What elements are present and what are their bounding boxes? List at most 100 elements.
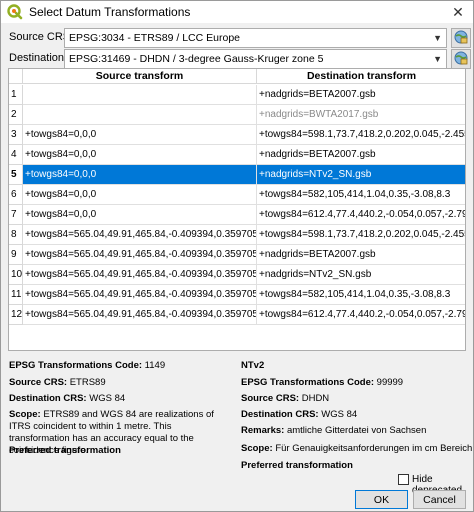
table-row[interactable]: 10 +towgs84=565.04,49.91,465.84,-0.409394… <box>9 265 465 285</box>
destination-transform-cell[interactable]: +towgs84=582,105,414,1.04,0.35,-3.08,8.3 <box>257 185 465 205</box>
row-number: 9 <box>9 245 23 265</box>
row-number: 10 <box>9 265 23 285</box>
left-source-value: ETRS89 <box>69 377 106 388</box>
right-name-label: NTv2 <box>241 360 265 371</box>
table-row[interactable]: 3 +towgs84=0,0,0 +towgs84=598.1,73.7,418.2… <box>9 125 465 145</box>
source-transform-cell[interactable]: +towgs84=0,0,0 <box>23 165 257 185</box>
right-remarks: Remarks: amtliche Gitterdatei von Sachse… <box>241 425 426 437</box>
source-transform-cell[interactable]: +towgs84=565.04,49.91,465.84,-0.409394,0… <box>23 245 257 265</box>
window-title: Select Datum Transformations <box>29 5 191 19</box>
right-destination-crs: Destination CRS: WGS 84 <box>241 409 357 421</box>
column-header-destination[interactable]: Destination transform <box>257 69 465 84</box>
source-transform-cell[interactable]: +towgs84=0,0,0 <box>23 145 257 165</box>
destination-crs-value: EPSG:31469 - DHDN / 3-degree Gauss-Kruge… <box>69 53 324 65</box>
row-number: 2 <box>9 105 23 125</box>
right-scope-value: Für Genauigkeitsanforderungen im cm Bere… <box>275 443 473 454</box>
right-transform-code: EPSG Transformations Code: 99999 <box>241 377 403 389</box>
destination-transform-cell[interactable]: +nadgrids=NTv2_SN.gsb <box>257 165 465 185</box>
source-crs-value: EPSG:3034 - ETRS89 / LCC Europe <box>69 32 240 44</box>
destination-crs-row: Destination CRS EPSG:31469 - DHDN / 3-de… <box>1 49 473 69</box>
row-number: 4 <box>9 145 23 165</box>
datum-transform-dialog: Select Datum Transformations ✕ Source CR… <box>0 0 474 512</box>
destination-transform-cell[interactable]: +towgs84=598.1,73.7,418.2,0.202,0.045,-2… <box>257 225 465 245</box>
source-crs-combobox[interactable]: EPSG:3034 - ETRS89 / LCC Europe ▼ <box>64 28 447 48</box>
row-number: 1 <box>9 85 23 105</box>
destination-transform-cell[interactable]: +nadgrids=BETA2007.gsb <box>257 85 465 105</box>
table-row[interactable]: 6 +towgs84=0,0,0 +towgs84=582,105,414,1.04… <box>9 185 465 205</box>
right-source-label: Source CRS: <box>241 393 300 404</box>
table-row[interactable]: 5 +towgs84=0,0,0 +nadgrids=NTv2_SN.gsb <box>9 165 465 185</box>
right-preferred-transformation: Preferred transformation <box>241 460 353 472</box>
table-row[interactable]: 12 +towgs84=565.04,49.91,465.84,-0.409394… <box>9 305 465 325</box>
corner-header <box>9 69 23 84</box>
ok-button[interactable]: OK <box>355 490 408 509</box>
left-code-label: EPSG Transformations Code: <box>9 360 143 371</box>
left-destination-crs: Destination CRS: WGS 84 <box>9 393 125 405</box>
left-dest-value: WGS 84 <box>89 393 126 404</box>
right-transform-name: NTv2 <box>241 360 264 372</box>
source-transform-cell[interactable]: +towgs84=565.04,49.91,465.84,-0.409394,0… <box>23 285 257 305</box>
row-number: 7 <box>9 205 23 225</box>
source-transform-cell[interactable]: +towgs84=0,0,0 <box>23 125 257 145</box>
right-source-value: DHDN <box>301 393 330 404</box>
source-transform-cell[interactable] <box>23 85 257 105</box>
row-number: 3 <box>9 125 23 145</box>
right-dest-value: WGS 84 <box>321 409 358 420</box>
right-scope: Scope: Für Genauigkeitsanforderungen im … <box>241 443 472 455</box>
column-header-source[interactable]: Source transform <box>23 69 257 84</box>
row-number: 5 <box>9 165 23 185</box>
table-row[interactable]: 1 +nadgrids=BETA2007.gsb <box>9 85 465 105</box>
source-transform-cell[interactable]: +towgs84=565.04,49.91,465.84,-0.409394,0… <box>23 265 257 285</box>
right-source-crs: Source CRS: DHDN <box>241 393 329 405</box>
source-transform-cell[interactable]: +towgs84=565.04,49.91,465.84,-0.409394,0… <box>23 225 257 245</box>
destination-transform-cell[interactable]: +nadgrids=BETA2007.gsb <box>257 245 465 265</box>
left-source-crs: Source CRS: ETRS89 <box>9 377 106 389</box>
destination-transform-cell[interactable]: +nadgrids=BWTA2017.gsb <box>257 105 465 125</box>
left-code-value: 1149 <box>144 360 166 371</box>
title-bar: Select Datum Transformations ✕ <box>1 1 473 23</box>
table-row[interactable]: 8 +towgs84=565.04,49.91,465.84,-0.409394,… <box>9 225 465 245</box>
row-number: 6 <box>9 185 23 205</box>
right-code-label: EPSG Transformations Code: <box>241 377 375 388</box>
right-scope-label: Scope: <box>241 443 273 454</box>
left-source-label: Source CRS: <box>9 377 68 388</box>
destination-crs-select-button[interactable] <box>451 49 471 69</box>
table-row[interactable]: 9 +towgs84=565.04,49.91,465.84,-0.409394,… <box>9 245 465 265</box>
source-transform-cell[interactable]: +towgs84=0,0,0 <box>23 185 257 205</box>
table-row[interactable]: 11 +towgs84=565.04,49.91,465.84,-0.409394… <box>9 285 465 305</box>
source-crs-label: Source CRS <box>9 31 71 43</box>
chevron-down-icon: ▼ <box>433 33 442 43</box>
left-transform-code: EPSG Transformations Code: 1149 <box>9 360 165 372</box>
right-code-value: 99999 <box>376 377 404 388</box>
left-dest-label: Destination CRS: <box>9 393 87 404</box>
right-dest-label: Destination CRS: <box>241 409 319 420</box>
globe-crs-icon <box>454 30 468 47</box>
row-number: 8 <box>9 225 23 245</box>
chevron-down-icon: ▼ <box>433 54 442 64</box>
source-transform-cell[interactable]: +towgs84=0,0,0 <box>23 205 257 225</box>
left-scope-label: Scope: <box>9 409 41 420</box>
destination-transform-cell[interactable]: +towgs84=612.4,77.4,440.2,-0.054,0.057,-… <box>257 205 465 225</box>
source-transform-cell[interactable] <box>23 105 257 125</box>
source-transform-cell[interactable]: +towgs84=565.04,49.91,465.84,-0.409394,0… <box>23 305 257 325</box>
globe-crs-icon <box>454 51 468 68</box>
destination-transform-cell[interactable]: +towgs84=612.4,77.4,440.2,-0.054,0.057,-… <box>257 305 465 325</box>
left-preferred-transformation: Preferred transformation <box>9 445 121 457</box>
close-button[interactable]: ✕ <box>443 1 473 23</box>
destination-transform-cell[interactable]: +nadgrids=NTv2_SN.gsb <box>257 265 465 285</box>
table-row[interactable]: 7 +towgs84=0,0,0 +towgs84=612.4,77.4,440.2… <box>9 205 465 225</box>
table-row[interactable]: 2 +nadgrids=BWTA2017.gsb <box>9 105 465 125</box>
transformations-table[interactable]: Source transform Destination transform 1… <box>8 68 466 351</box>
source-crs-select-button[interactable] <box>451 28 471 48</box>
row-number: 12 <box>9 305 23 325</box>
cancel-button[interactable]: Cancel <box>413 490 466 509</box>
hide-deprecated-checkbox[interactable] <box>398 474 409 485</box>
destination-crs-combobox[interactable]: EPSG:31469 - DHDN / 3-degree Gauss-Kruge… <box>64 49 447 69</box>
destination-transform-cell[interactable]: +towgs84=598.1,73.7,418.2,0.202,0.045,-2… <box>257 125 465 145</box>
qgis-icon <box>7 4 23 20</box>
right-remarks-value: amtliche Gitterdatei von Sachsen <box>286 425 427 436</box>
destination-transform-cell[interactable]: +towgs84=582,105,414,1.04,0.35,-3.08,8.3 <box>257 285 465 305</box>
table-row[interactable]: 4 +towgs84=0,0,0 +nadgrids=BETA2007.gsb <box>9 145 465 165</box>
destination-transform-cell[interactable]: +nadgrids=BETA2007.gsb <box>257 145 465 165</box>
row-number: 11 <box>9 285 23 305</box>
